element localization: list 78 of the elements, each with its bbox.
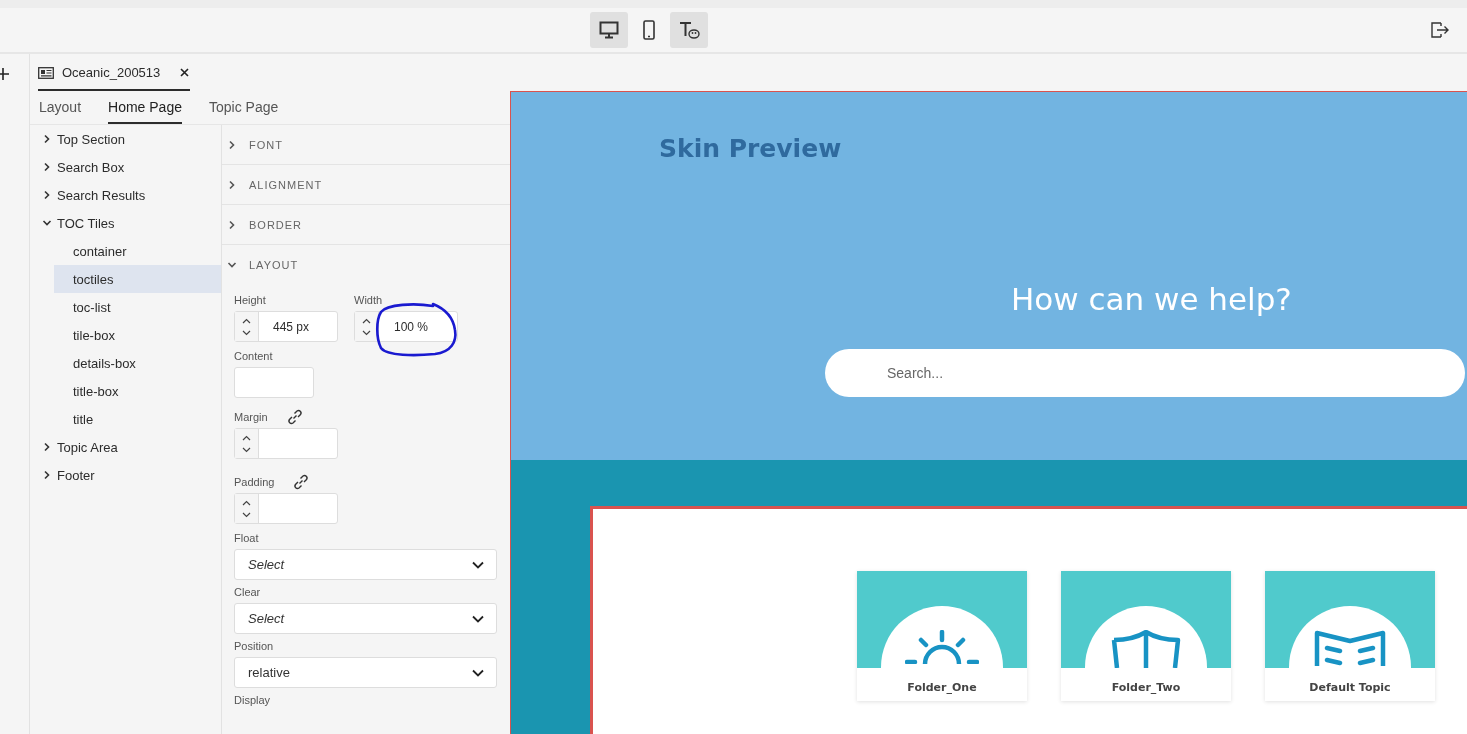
select-dropdown[interactable]: Select [234,603,497,634]
caret-icon [472,668,484,677]
chevron-right-icon [42,470,52,480]
caret-icon [472,614,484,623]
text-style-icon [678,20,700,40]
chevron-right-icon [42,162,52,172]
field-label: Height [234,294,267,306]
section-header[interactable]: LAYOUT [222,245,510,284]
content-field[interactable] [234,367,314,398]
help-heading: How can we help? [1011,281,1292,317]
tile-label: Folder_One [907,681,977,694]
caret-icon [472,560,484,569]
page-tab[interactable]: Layout [39,91,82,124]
stepper-icon[interactable] [242,316,251,337]
sign-out-icon[interactable] [1431,22,1449,38]
field-label: Clear [234,586,261,598]
page-tab[interactable]: Home Page [108,91,182,124]
document-tab[interactable]: Oceanic_200513 [38,56,190,91]
topic-tile[interactable]: Default Topic [1265,571,1435,701]
monitor-icon [599,21,619,39]
chevron-right-icon [42,190,52,200]
section-header[interactable]: ALIGNMENT [222,165,510,205]
add-icon[interactable] [0,68,9,80]
link-icon[interactable] [285,408,304,426]
tree-item[interactable]: toc-list [54,293,221,321]
tree-item[interactable]: toctiles [54,265,221,293]
field-label: Display [234,694,271,706]
tree-item[interactable]: Footer [30,461,221,489]
field-label: Content [234,350,273,362]
text-style-button[interactable] [670,12,708,48]
padding-field[interactable] [234,493,338,524]
book-icon [1313,630,1387,666]
topic-tile[interactable]: Folder_One [857,571,1027,701]
topic-tile[interactable]: Folder_Two [1061,571,1231,701]
tree-item[interactable]: Search Results [30,181,221,209]
field-label: Padding [234,476,275,488]
chevron-right-icon [227,139,237,150]
skin-preview-title: Skin Preview [659,134,842,163]
height-field[interactable]: 445 px [234,311,338,342]
select-dropdown[interactable]: Select [234,549,497,580]
section-header[interactable]: BORDER [222,205,510,245]
tree-item[interactable]: Search Box [30,153,221,181]
page-tab[interactable]: Topic Page [209,91,279,124]
chevron-right-icon [42,134,52,144]
tree-item[interactable]: container [54,237,221,265]
phone-icon [643,20,655,40]
tree-item[interactable]: TOC Tiles [30,209,221,237]
tree-item[interactable]: tile-box [54,321,221,349]
document-title: Oceanic_200513 [62,65,161,80]
chevron-right-icon [227,219,237,230]
chevron-right-icon [227,179,237,190]
field-label: Position [234,640,274,652]
sun-icon [905,630,979,664]
field-label: Margin [234,411,268,423]
tree-item[interactable]: title-box [54,377,221,405]
tree-item[interactable]: details-box [54,349,221,377]
section-header[interactable]: FONT [222,125,510,165]
stepper-icon[interactable] [242,498,251,519]
document-icon [38,66,54,79]
tree-item[interactable]: title [54,405,221,433]
stepper-icon[interactable] [362,316,371,337]
close-icon[interactable] [180,68,190,77]
tree-item[interactable]: Topic Area [30,433,221,461]
chevron-right-icon [42,442,52,452]
width-field[interactable]: 100 % [354,311,458,342]
chevron-down-icon [42,218,52,228]
search-field[interactable]: Search... [825,349,1465,397]
stepper-icon[interactable] [242,433,251,454]
field-label: Width [354,294,384,306]
desktop-view-button[interactable] [590,12,628,48]
shield-icon [1110,630,1182,668]
tree-item[interactable]: Top Section [30,125,221,153]
select-dropdown[interactable]: relative [234,657,497,688]
tile-label: Default Topic [1309,681,1391,694]
field-label: Float [234,532,259,544]
tile-label: Folder_Two [1111,681,1181,694]
link-icon[interactable] [292,473,311,491]
margin-field[interactable] [234,428,338,459]
